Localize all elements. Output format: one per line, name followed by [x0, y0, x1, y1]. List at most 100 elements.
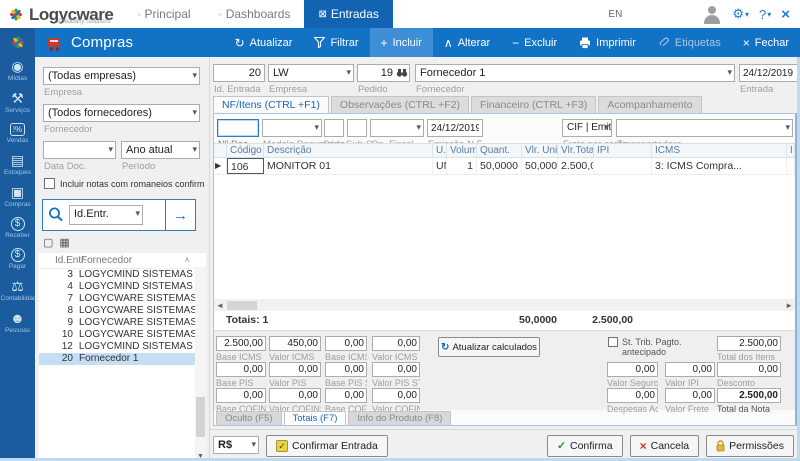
scroll-right-arrow[interactable]: ► — [785, 301, 795, 310]
empresa-filter-select[interactable]: (Todas empresas) — [43, 67, 200, 85]
cell-codigo[interactable]: 106 — [227, 158, 264, 174]
close-app-button[interactable]: × — [781, 6, 790, 23]
alterar-button[interactable]: ∧ Alterar — [433, 28, 501, 57]
nav-tab-entradas[interactable]: ⊠ Entradas — [304, 0, 392, 28]
col-descricao[interactable]: Descrição — [264, 144, 433, 157]
list-item[interactable]: 3 LOGYCMIND SISTEMAS LT — [39, 269, 206, 281]
valor-icms-st-input[interactable] — [372, 336, 420, 351]
list-item[interactable]: 7 LOGYCWARE SISTEMAS L — [39, 293, 206, 305]
cell-unidade[interactable]: UN — [433, 158, 447, 174]
desconto-input[interactable] — [717, 362, 781, 377]
grid-horizontal-scrollbar[interactable]: ◄ ► — [214, 299, 795, 311]
sidebar-item-receber[interactable]: $ Receber — [0, 212, 35, 243]
subtab-totais[interactable]: Totais (F7) — [284, 411, 347, 425]
entrada-date-input[interactable] — [739, 64, 799, 82]
list-item-selected[interactable]: 20 Fornecedor 1 — [39, 353, 206, 365]
binoculars-icon[interactable] — [396, 68, 408, 78]
scrollbar-thumb[interactable] — [227, 301, 257, 310]
base-cofins-st-input[interactable] — [325, 388, 367, 403]
atualizar-button[interactable]: ↻ Atualizar — [224, 28, 304, 57]
cell-vlr-total[interactable]: 2.500,00 — [558, 158, 594, 174]
st-trib-checkbox[interactable] — [608, 337, 618, 347]
etiquetas-button[interactable]: Etiquetas — [647, 28, 732, 57]
list-vertical-scrollbar[interactable]: ▼ — [195, 267, 206, 461]
subtab-oculto[interactable]: Oculto (F5) — [216, 411, 282, 425]
cell-descricao[interactable]: MONITOR 01 — [264, 158, 433, 174]
col-fornecedor[interactable]: Fornecedor — [81, 255, 132, 266]
currency-select[interactable]: R$ — [213, 436, 259, 454]
imprimir-button[interactable]: Imprimir — [568, 28, 647, 57]
transportadora-select[interactable] — [616, 119, 793, 137]
valor-pis-input[interactable] — [269, 362, 321, 377]
sidebar-item-pagar[interactable]: $ Pagar — [0, 243, 35, 274]
fornecedor-select[interactable]: Fornecedor 1 — [415, 64, 735, 82]
valor-pis-st-input[interactable] — [372, 362, 420, 377]
excluir-button[interactable]: − Excluir — [501, 28, 568, 57]
empresa-select[interactable]: LW — [268, 64, 354, 82]
incluir-button[interactable]: + Incluir — [370, 28, 433, 57]
list-item[interactable]: 9 LOGYCWARE SISTEMAS L — [39, 317, 206, 329]
search-go-button[interactable]: → — [165, 200, 195, 230]
valor-frete-input[interactable] — [665, 388, 715, 403]
list-item[interactable]: 12 LOGYCMIND SISTEMAS LT — [39, 341, 206, 353]
list-item[interactable]: 4 LOGYCMIND SISTEMAS LT — [39, 281, 206, 293]
language-indicator[interactable]: EN — [608, 9, 622, 20]
modelo-documento-select[interactable] — [262, 119, 322, 137]
base-icms-st-input[interactable] — [325, 336, 367, 351]
col-ipi[interactable]: IPI — [594, 144, 652, 157]
atualizar-calculados-button[interactable]: ↻ Atualizar calculados — [438, 337, 540, 357]
sidebar-item-compras[interactable]: ▣ Compras — [0, 180, 35, 212]
emissao-nf-input[interactable] — [427, 119, 483, 137]
col-icms[interactable]: ICMS — [652, 144, 787, 157]
list-item[interactable]: 8 LOGYCWARE SISTEMAS L — [39, 305, 206, 317]
cell-ipi[interactable] — [594, 158, 652, 174]
sidebar-item-servicos[interactable]: ⚒ Serviços — [0, 86, 35, 118]
subtab-info-produto[interactable]: Info do Produto (F8) — [348, 411, 451, 425]
valor-icms-input[interactable] — [269, 336, 321, 351]
romaneios-checkbox[interactable] — [44, 178, 55, 189]
cell-volume[interactable]: 1 — [447, 158, 477, 174]
base-cofins-input[interactable] — [216, 388, 266, 403]
cell-icms[interactable]: 3: ICMS Compra... — [652, 158, 787, 174]
nav-tab-dashboards[interactable]: ▫ Dashboards — [205, 0, 305, 28]
cell-vlr-unit[interactable]: 50,0000 — [522, 158, 558, 174]
serie-input[interactable] — [324, 119, 344, 137]
scrollbar-thumb[interactable] — [196, 397, 205, 437]
col-quant[interactable]: Quant. — [477, 144, 522, 157]
confirmar-entrada-button[interactable]: ✓ Confirmar Entrada — [266, 435, 388, 457]
col-vlr-unit[interactable]: Vlr. Unit. — [522, 144, 558, 157]
valor-cofins-st-input[interactable] — [372, 388, 420, 403]
col-unidade[interactable]: U.. — [433, 144, 447, 157]
cell-quant[interactable]: 50,0000 — [477, 158, 522, 174]
despesas-aces-input[interactable] — [607, 388, 658, 403]
fechar-button[interactable]: × Fechar — [732, 28, 800, 57]
columns-icon[interactable]: ▢ — [43, 236, 53, 249]
frete-select[interactable]: CIF | Emit. — [562, 119, 612, 137]
sidebar-item-midias[interactable]: ◉ Mídias — [0, 54, 35, 86]
fornecedor-filter-select[interactable]: (Todos fornecedores) — [43, 104, 200, 122]
base-icms-input[interactable] — [216, 336, 266, 351]
periodo-select[interactable]: Ano atual — [121, 141, 200, 159]
sub-s-input[interactable] — [347, 119, 367, 137]
col-volume[interactable]: Volume — [447, 144, 477, 157]
valor-cofins-input[interactable] — [269, 388, 321, 403]
sidebar-item-contabilidade[interactable]: ⚖ Contabilidade — [0, 274, 35, 306]
base-pis-st-input[interactable] — [325, 362, 367, 377]
col-id-entr[interactable]: Id.Entr. — [39, 255, 75, 266]
settings-button[interactable]: ⚙ ▾ — [732, 6, 749, 22]
tab-financeiro[interactable]: Financeiro (CTRL +F3) — [471, 96, 596, 113]
col-codigo[interactable]: Código — [227, 144, 264, 157]
confirma-button[interactable]: ✓ Confirma — [547, 435, 622, 457]
filtrar-button[interactable]: Filtrar — [303, 28, 369, 57]
sort-up-icon[interactable]: ∧ — [184, 255, 190, 264]
list-item[interactable]: 10 LOGYCWARE SISTEMAS L — [39, 329, 206, 341]
col-vlr-total[interactable]: Vlr.Total — [558, 144, 594, 157]
cell-truncated[interactable] — [787, 158, 795, 174]
permissoes-button[interactable]: Permissões — [706, 435, 794, 457]
tab-observacoes[interactable]: Observações (CTRL +F2) — [331, 96, 469, 113]
col-truncated[interactable]: I — [787, 144, 795, 157]
tab-nf-itens[interactable]: NF/Itens (CTRL +F1) — [213, 96, 329, 113]
sidebar-item-estoques[interactable]: ▤ Estoques — [0, 148, 35, 180]
valor-seguro-input[interactable] — [607, 362, 658, 377]
nav-tab-principal[interactable]: ▫ Principal — [123, 0, 204, 28]
